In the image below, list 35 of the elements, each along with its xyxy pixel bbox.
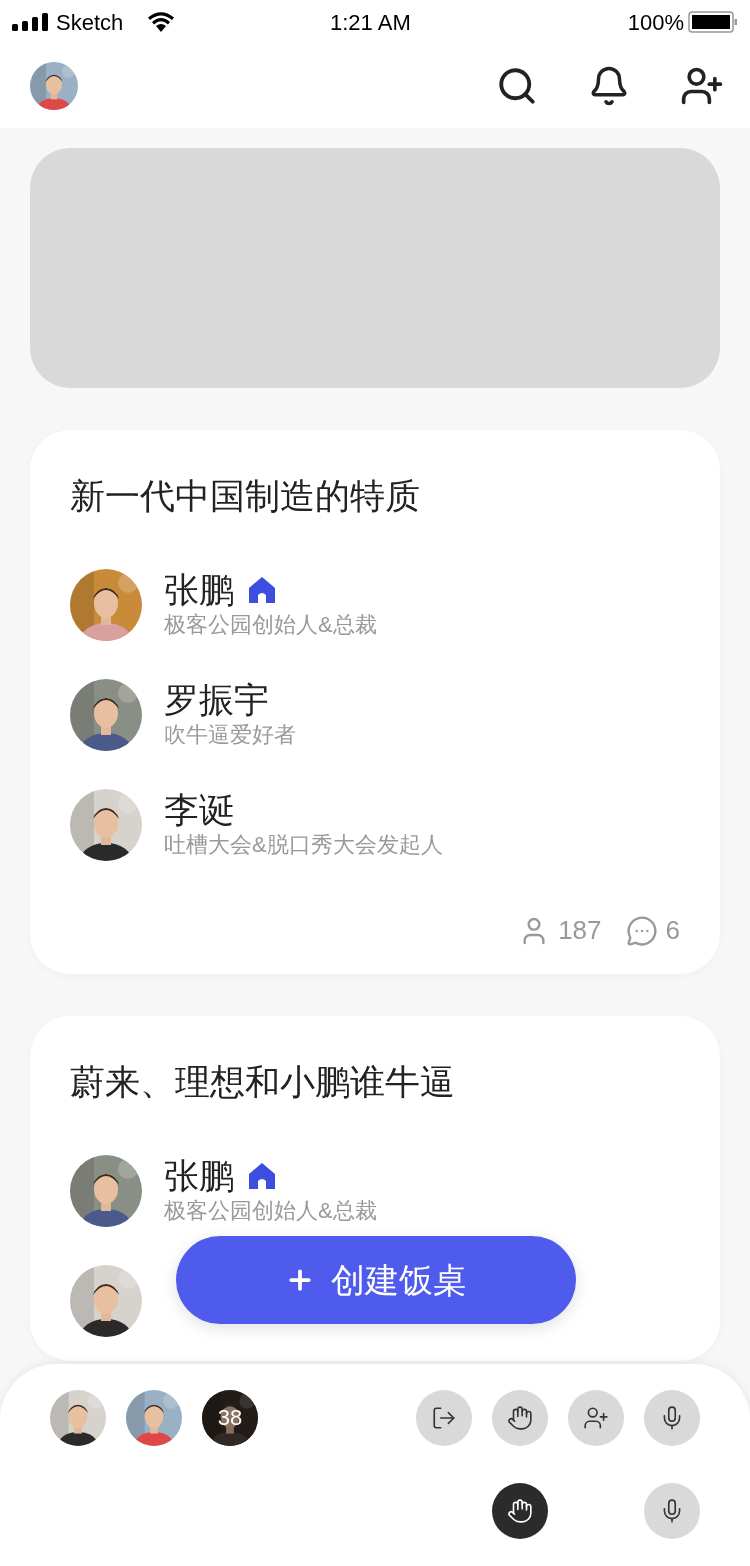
house-icon — [246, 1160, 278, 1192]
listener-count: 187 — [558, 914, 602, 947]
speaker-title: 极客公园创始人&总裁 — [164, 1197, 377, 1225]
speaker-name: 张鹏 — [164, 1156, 234, 1196]
wifi-icon — [147, 12, 176, 32]
add-person-icon — [583, 1405, 609, 1431]
microphone-button[interactable] — [644, 1390, 700, 1446]
raise-hand-button[interactable] — [492, 1483, 548, 1539]
signal-icon — [12, 13, 48, 31]
search-icon — [496, 65, 538, 107]
speaker-title: 吹牛逼爱好者 — [164, 721, 296, 749]
comment-count: 6 — [665, 914, 680, 947]
comment-icon — [625, 914, 658, 947]
room-title: 新一代中国制造的特质 — [70, 476, 421, 516]
leave-button[interactable] — [416, 1390, 472, 1446]
status-time: 1:21 AM — [330, 8, 411, 37]
speaker-name: 张鹏 — [164, 570, 234, 610]
battery-percent: 100% — [627, 8, 684, 37]
speaker-name: 李诞 — [164, 790, 234, 830]
raise-hand-button[interactable] — [492, 1390, 548, 1446]
house-icon — [246, 574, 278, 606]
room-card[interactable]: 新一代中国制造的特质 张鹏 极客公园创始人&总裁 罗振宇 吹牛逼爱好者 李诞 吐槽大会&脱口秀大会发起人 187 6 — [30, 430, 720, 974]
exit-icon — [431, 1405, 457, 1431]
speaker-title: 吐槽大会&脱口秀大会发起人 — [164, 831, 443, 859]
microphone-button[interactable] — [644, 1483, 700, 1539]
hand-icon — [507, 1498, 533, 1524]
hand-icon — [507, 1405, 533, 1431]
room-title: 蔚来、理想和小鹏谁牛逼 — [70, 1062, 456, 1102]
search-button[interactable] — [496, 65, 538, 107]
create-room-button[interactable]: 创建饭桌 — [176, 1236, 576, 1324]
battery-icon — [688, 11, 738, 33]
invite-button[interactable] — [568, 1390, 624, 1446]
carrier-name: Sketch — [56, 8, 124, 37]
speaker-title: 极客公园创始人&总裁 — [164, 611, 377, 639]
speaker-name: 罗振宇 — [164, 680, 269, 720]
